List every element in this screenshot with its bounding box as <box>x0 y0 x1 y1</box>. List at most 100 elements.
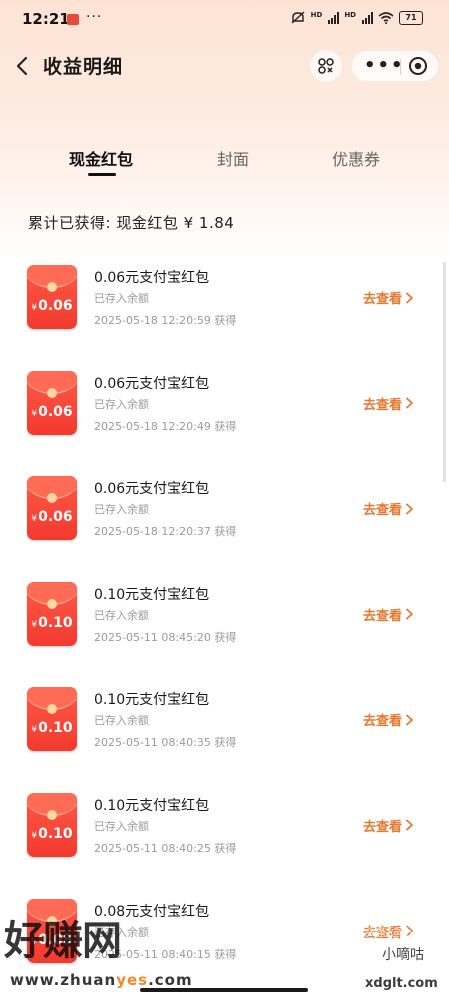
item-status: 已存入余额 <box>94 503 149 517</box>
mute-icon <box>291 11 305 24</box>
envelope-amount: ¥0.06 <box>27 404 77 420</box>
item-title: 0.06元支付宝红包 <box>94 481 210 498</box>
scan-icon <box>318 58 334 74</box>
list-item[interactable]: ¥0.06 0.06元支付宝红包 已存入余额 2025-05-18 12:20:37 … <box>0 456 449 562</box>
list-item[interactable]: ¥0.06 0.06元支付宝红包 已存入余额 2025-05-18 12:20:59 … <box>0 245 449 351</box>
scrollbar[interactable] <box>443 262 446 482</box>
envelope-seal <box>47 493 57 504</box>
item-title: 0.10元支付宝红包 <box>94 692 210 709</box>
watermark-faint-text: 头条 @小嘀咕 <box>365 926 435 939</box>
currency-symbol: ¥ <box>31 830 38 841</box>
wifi-icon <box>378 12 394 24</box>
envelope-seal <box>47 809 57 820</box>
currency-symbol: ¥ <box>31 408 38 419</box>
view-link-label: 去查看 <box>363 292 403 307</box>
envelope-amount: ¥0.10 <box>27 826 77 842</box>
tab-cover[interactable]: 封面 <box>217 146 249 170</box>
amount-value: 0.10 <box>38 720 73 737</box>
currency-symbol: ¥ <box>31 303 38 313</box>
item-title: 0.10元支付宝红包 <box>94 797 210 814</box>
view-link[interactable]: 去查看 <box>363 710 414 729</box>
red-envelope-icon: ¥0.06 <box>27 265 77 329</box>
view-link[interactable]: 去查看 <box>363 394 414 413</box>
item-status: 已存入余额 <box>94 819 149 833</box>
signal-icon <box>362 12 373 24</box>
signal-icon <box>328 12 340 24</box>
view-link-label: 去查看 <box>363 714 403 730</box>
tab-coupon[interactable]: 优惠券 <box>332 146 380 170</box>
view-link[interactable]: 去查看 <box>363 499 414 518</box>
item-title: 0.06元支付宝红包 <box>94 375 210 392</box>
watermark-url: www.zhuanyes.com <box>10 971 193 989</box>
chevron-right-icon <box>406 503 413 515</box>
red-envelope-icon: ¥0.10 <box>27 687 77 752</box>
redpacket-list: ¥0.06 0.06元支付宝红包 已存入余额 2025-05-18 12:20:59 … <box>0 245 449 984</box>
item-status: 已存入余额 <box>94 292 149 305</box>
item-time: 2025-05-18 12:20:37 获得 <box>94 525 237 539</box>
amount-value: 0.06 <box>38 403 73 420</box>
battery-icon: 71 <box>399 11 423 25</box>
earnings-summary: 累计已获得: 现金红包 ¥ 1.84 <box>28 214 235 232</box>
chevron-right-icon <box>406 714 413 726</box>
amount-value: 0.10 <box>38 614 73 631</box>
envelope-seal <box>47 704 57 715</box>
watermark-logo: 小嘀咕 <box>373 942 433 968</box>
watermark-title: 好赚网 <box>4 918 122 964</box>
target-close-icon[interactable] <box>408 56 428 76</box>
scan-button[interactable] <box>310 50 342 82</box>
home-indicator[interactable] <box>140 988 308 992</box>
active-tab-indicator <box>88 173 116 176</box>
list-item[interactable]: ¥0.10 0.10元支付宝红包 已存入余额 2025-05-11 08:45:20 … <box>0 562 449 668</box>
list-item[interactable]: ¥0.10 0.10元支付宝红包 已存入余额 2025-05-11 08:40:25 … <box>0 773 449 879</box>
envelope-seal <box>47 282 57 292</box>
capsule-divider <box>400 59 401 75</box>
status-icons: HD HD 71 <box>290 11 423 25</box>
envelope-seal <box>47 598 57 609</box>
currency-symbol: ¥ <box>31 514 38 525</box>
item-status: 已存入余额 <box>94 714 149 728</box>
amount-value: 0.06 <box>38 298 73 314</box>
envelope-amount: ¥0.10 <box>27 615 77 631</box>
tab-cash-redpacket[interactable]: 现金红包 <box>69 146 133 170</box>
app-icon <box>67 14 79 25</box>
item-status: 已存入余额 <box>94 608 149 622</box>
envelope-seal <box>47 387 57 398</box>
envelope-amount: ¥0.06 <box>27 298 77 314</box>
currency-symbol: ¥ <box>31 725 38 736</box>
red-envelope-icon: ¥0.10 <box>27 792 77 857</box>
item-time: 2025-05-11 08:45:20 获得 <box>94 630 237 644</box>
red-envelope-icon: ¥0.06 <box>27 370 77 435</box>
chevron-left-icon[interactable] <box>14 55 32 77</box>
list-item[interactable]: ¥0.06 0.06元支付宝红包 已存入余额 2025-05-18 12:20:49 … <box>0 351 449 457</box>
watermark-domain: xdglt.com <box>365 976 438 991</box>
view-link[interactable]: 去查看 <box>363 816 414 835</box>
chevron-right-icon <box>406 292 413 303</box>
status-dots: ··· <box>86 9 103 25</box>
chevron-right-icon <box>406 608 413 620</box>
view-link[interactable]: 去查看 <box>363 605 414 624</box>
hd-label: HD <box>310 11 323 19</box>
view-link-label: 去查看 <box>363 608 403 624</box>
hd-label: HD <box>344 11 356 19</box>
red-envelope-icon: ¥0.10 <box>27 581 77 646</box>
page-title: 收益明细 <box>43 56 124 78</box>
tab-bar: 现金红包 封面 优惠券 <box>0 140 449 180</box>
item-status: 已存入余额 <box>94 397 149 411</box>
item-time: 2025-05-11 08:40:35 获得 <box>94 736 237 750</box>
item-time: 2025-05-11 08:40:25 获得 <box>94 841 237 855</box>
chevron-right-icon <box>406 397 413 409</box>
item-title: 0.06元支付宝红包 <box>94 270 210 286</box>
view-link-label: 去查看 <box>363 819 403 835</box>
view-link-label: 去查看 <box>363 397 403 413</box>
status-time: 12:21 <box>22 10 70 28</box>
header: 收益明细 ••• <box>0 44 449 88</box>
red-envelope-icon: ¥0.06 <box>27 476 77 541</box>
mini-program-capsule: ••• <box>351 50 439 82</box>
envelope-amount: ¥0.10 <box>27 720 77 736</box>
view-link[interactable]: 去查看 <box>363 288 414 307</box>
list-item[interactable]: ¥0.10 0.10元支付宝红包 已存入余额 2025-05-11 08:40:35 … <box>0 667 449 773</box>
item-time: 2025-05-18 12:20:59 获得 <box>94 314 237 327</box>
chevron-right-icon <box>406 820 413 831</box>
more-dots-icon[interactable]: ••• <box>364 57 405 75</box>
view-link-label: 去查看 <box>363 503 403 519</box>
